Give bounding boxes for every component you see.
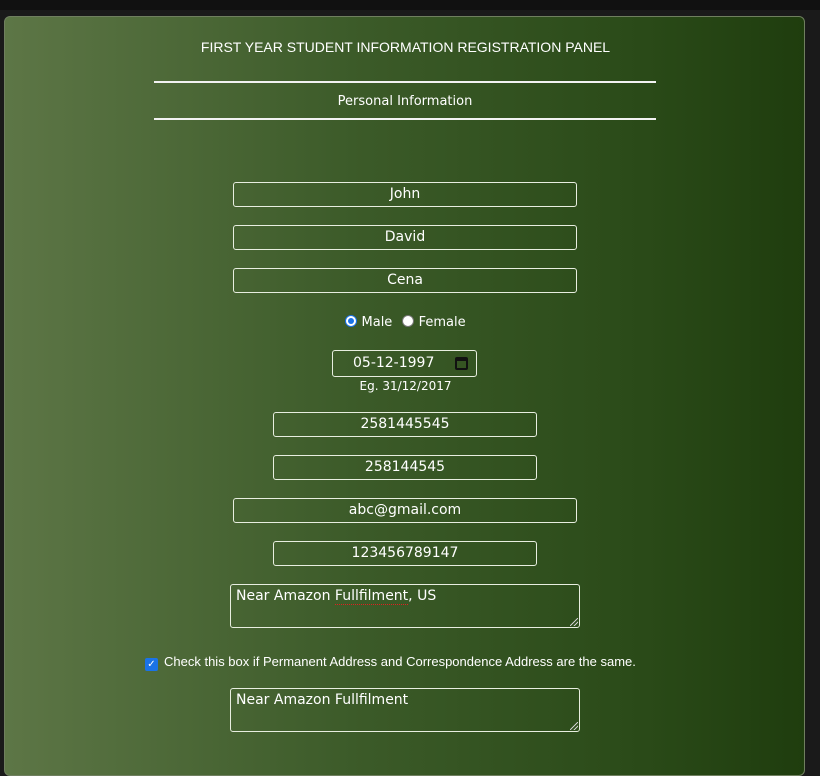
permanent-address-textarea[interactable]: Near Amazon Fullfilment [230,688,580,732]
permanent-address-text: Near Amazon Fullfilment [236,692,409,708]
same-address-label: Check this box if Permanent Address and … [164,654,636,669]
browser-top-bar [0,0,820,10]
page-title: FIRST YEAR STUDENT INFORMATION REGISTRAT… [200,39,611,55]
correspondence-address-textarea[interactable]: Near Amazon Fullfilment, US [230,584,580,628]
section-divider-bottom [154,118,656,120]
gender-radio-group: Male Female [5,315,806,330]
calendar-icon[interactable] [455,357,468,370]
first-name-field[interactable]: John [233,182,577,207]
date-value: 05-12-1997 [353,355,435,371]
same-address-checkbox[interactable]: ✓ [145,658,158,671]
spellcheck-word: Fullfilment [334,588,409,605]
phone-field[interactable]: 2581445545 [273,412,537,437]
section-heading: Personal Information [337,94,473,109]
male-radio[interactable] [345,315,358,327]
id-number-field[interactable]: 123456789147 [273,541,537,566]
female-label: Female [418,315,466,330]
date-hint: Eg. 31/12/2017 [359,379,452,393]
registration-panel: FIRST YEAR STUDENT INFORMATION REGISTRAT… [4,16,805,776]
last-name-field[interactable]: Cena [233,268,577,293]
date-of-birth-field[interactable]: 05-12-1997 [332,350,477,377]
address-text-part: Near Amazon [236,588,335,604]
email-field[interactable]: abc@gmail.com [233,498,577,523]
female-radio[interactable] [402,315,415,327]
alternate-phone-field[interactable]: 258144545 [273,455,537,480]
male-label: Male [361,315,393,330]
section-divider-top [154,81,656,83]
middle-name-field[interactable]: David [233,225,577,250]
address-text-part: , US [408,588,437,604]
same-address-row: ✓ Check this box if Permanent Address and… [145,654,636,671]
resize-handle-icon[interactable] [570,722,578,730]
resize-handle-icon[interactable] [570,618,578,626]
